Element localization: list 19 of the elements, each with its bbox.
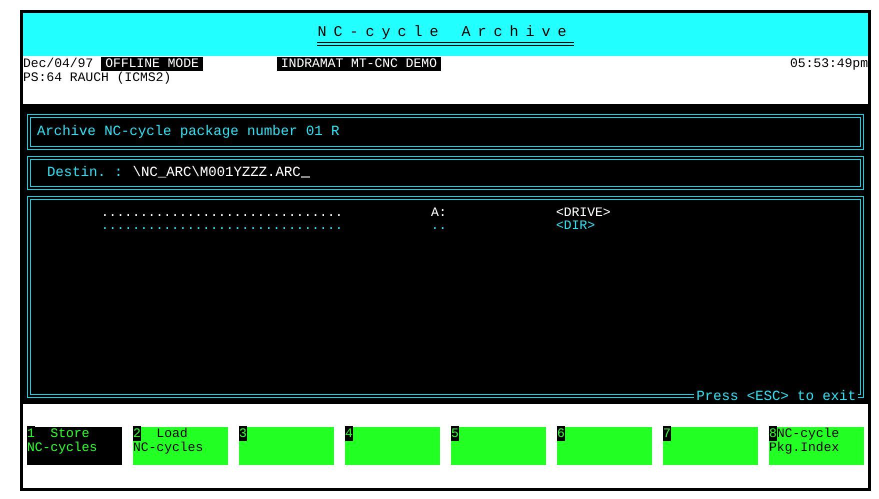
file-list-item[interactable]: ............................... A: <DRIVE>: [101, 206, 860, 219]
function-key[interactable]: 8NC-cycle Pkg.Index: [769, 427, 864, 465]
function-key[interactable]: 3: [239, 427, 334, 465]
function-key[interactable]: 6: [557, 427, 652, 465]
function-key[interactable]: 2 Load NC-cycles: [133, 427, 228, 465]
screen-title: NC-cycle Archive: [317, 24, 574, 46]
file-list-item[interactable]: ............................... .. <DIR>: [101, 219, 860, 232]
mode-label: OFFLINE MODE: [101, 57, 203, 71]
destination-field[interactable]: \NC_ARC\M001YZZZ.ARC: [132, 165, 310, 181]
date-text: Dec/04/97: [23, 57, 94, 71]
time-text: 05:53:49pm: [790, 57, 868, 71]
destination-label: Destin. :: [47, 165, 123, 181]
task-text: Archive NC-cycle package number 01 R: [37, 124, 340, 140]
function-key[interactable]: 7: [663, 427, 758, 465]
function-key[interactable]: 5: [451, 427, 546, 465]
function-key[interactable]: 4: [345, 427, 440, 465]
system-label: INDRAMAT MT-CNC DEMO: [276, 57, 441, 71]
function-key[interactable]: 1 Store NC-cycles: [27, 427, 122, 465]
station-text: PS:64 RAUCH (ICMS2): [23, 71, 172, 85]
